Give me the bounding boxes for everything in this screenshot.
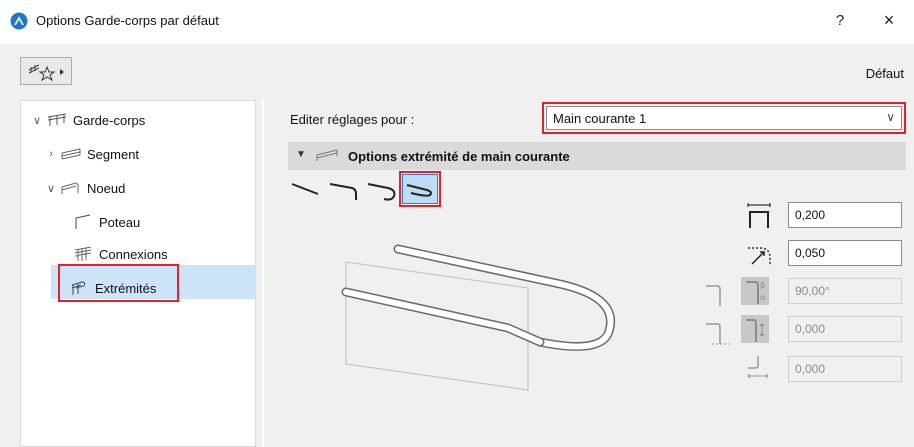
height-icon [741,315,769,343]
offset-field[interactable]: 0,200 [788,202,902,228]
height-field[interactable]: 0,000 [788,316,902,342]
close-button[interactable]: × [878,8,900,32]
bent-end-icon [329,183,357,200]
end-type-bent-button[interactable] [326,174,362,204]
tree-item-label: Segment [87,146,140,162]
svg-text:β: β [760,281,765,290]
post-icon [75,214,91,229]
svg-text:α: α [760,293,765,302]
railing-icon [47,113,67,126]
angle-icon: β α [741,277,769,305]
chevron-right-icon[interactable]: › [45,148,57,160]
archicad-app-icon [10,12,28,30]
tree-item-segment[interactable]: › Segment [45,143,139,165]
favorites-star-icon [28,64,64,82]
radius-icon [748,247,771,266]
tree-item-label: Connexions [99,246,168,262]
dialog-body: Défaut ∨ Garde-corps › Segment ∨ Noeud P… [0,44,914,447]
tree-item-connexions[interactable]: Connexions [73,243,168,265]
chevron-down-icon[interactable]: ∨ [31,114,43,127]
chevron-down-icon[interactable]: ∨ [45,182,57,195]
panel-divider [262,100,264,447]
collapse-triangle-icon[interactable]: ▼ [296,149,306,160]
edit-settings-label: Editer réglages pour : [290,112,415,127]
tree-item-garde-corps[interactable]: ∨ Garde-corps [31,109,145,131]
segment-icon [61,148,81,160]
angle-end-type-icon [706,285,721,306]
railing-end-preview [341,244,616,391]
highlight-frame [399,171,441,207]
offset-dimension-icon [747,203,771,228]
tree-item-label: Poteau [99,214,141,230]
title-bar: Options Garde-corps par défaut ? × [0,0,914,44]
highlight-frame [542,102,906,134]
end-type-wall-button[interactable] [364,174,400,204]
tree-item-poteau[interactable]: Poteau [73,211,140,233]
node-icon [61,182,79,194]
radius-field[interactable]: 0,050 [788,240,902,266]
height-end-type-icon [706,323,730,345]
length-icon [747,356,769,379]
section-header[interactable]: ▼ Options extrémité de main courante [288,142,906,170]
tree-item-label: Garde-corps [73,112,146,128]
window-title: Options Garde-corps par défaut [36,13,219,28]
end-type-straight-button[interactable] [288,174,324,204]
angle-field[interactable]: 90,00° [788,278,902,304]
tree-item-noeud[interactable]: ∨ Noeud [45,177,125,199]
highlight-frame [58,264,179,302]
straight-end-icon [291,183,319,195]
railing-icon [316,149,338,161]
length-field[interactable]: 0,000 [788,356,902,382]
favorites-button[interactable] [20,57,72,85]
connections-icon [74,246,92,261]
tree-item-label: Noeud [87,180,126,196]
help-button[interactable]: ? [830,10,850,32]
wall-end-icon [367,183,396,201]
section-title: Options extrémité de main courante [348,149,570,164]
default-label: Défaut [865,66,904,81]
